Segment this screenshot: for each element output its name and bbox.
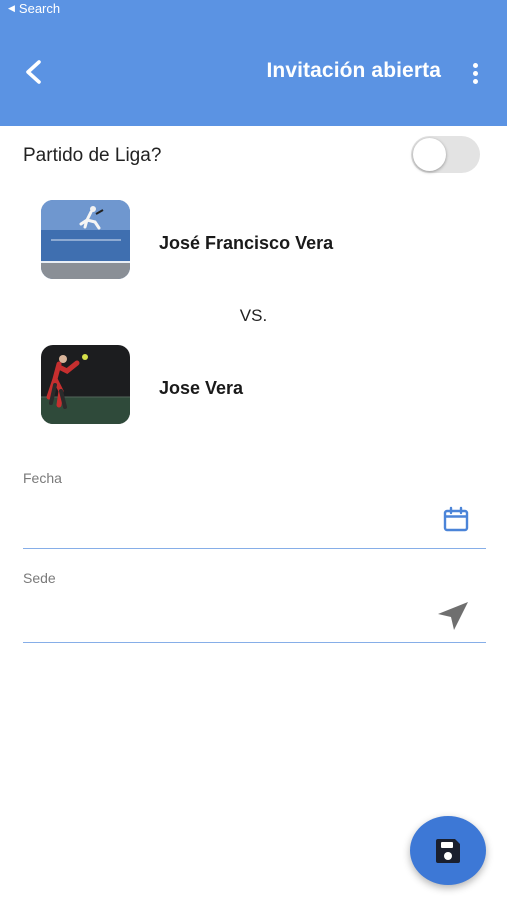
venue-field-label: Sede — [23, 570, 56, 586]
league-match-toggle[interactable] — [411, 136, 480, 173]
date-field-label: Fecha — [23, 470, 62, 486]
back-button[interactable] — [18, 56, 50, 88]
player-two[interactable]: Jose Vera — [41, 345, 461, 425]
status-bar-back[interactable]: ◀ Search — [8, 0, 60, 16]
toggle-knob — [413, 138, 446, 171]
avatar — [41, 200, 130, 279]
venue-input[interactable] — [23, 592, 423, 632]
league-match-label: Partido de Liga? — [23, 145, 162, 166]
versus-label: VS. — [239, 306, 268, 325]
more-options-button[interactable] — [465, 60, 485, 86]
date-field: Fecha — [23, 470, 486, 552]
more-vertical-icon — [472, 62, 478, 68]
save-button[interactable] — [410, 816, 486, 885]
avatar — [41, 345, 130, 424]
status-back-label: Search — [18, 0, 61, 16]
page-title: Invitación abierta — [266, 59, 441, 82]
status-back-icon: ◀ — [8, 2, 15, 13]
navigation-arrow-icon[interactable] — [436, 600, 470, 632]
chevron-left-icon — [26, 60, 41, 84]
floppy-disk-icon — [436, 838, 460, 863]
venue-field-underline — [23, 642, 486, 643]
date-input[interactable] — [23, 492, 423, 532]
calendar-icon[interactable] — [443, 506, 469, 532]
player-one-name: José Francisco Vera — [159, 233, 334, 253]
player-two-name: Jose Vera — [159, 378, 244, 398]
venue-field: Sede — [23, 570, 486, 646]
date-field-underline — [23, 548, 486, 549]
player-one[interactable]: José Francisco Vera — [41, 200, 461, 280]
app-header: ◀ Search Invitación abierta — [0, 0, 507, 126]
